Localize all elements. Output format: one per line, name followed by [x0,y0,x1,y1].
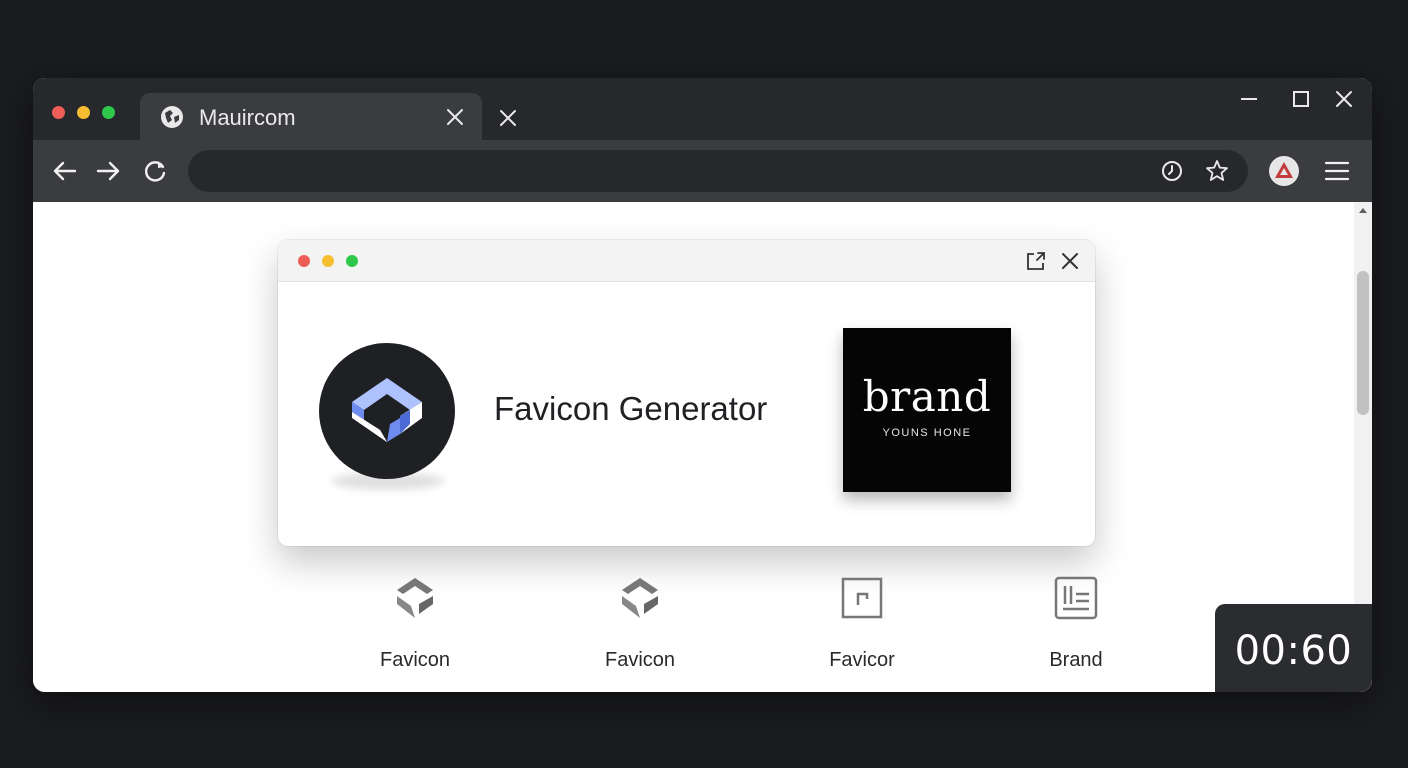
layout-favicon-icon [1054,576,1098,620]
favicon-label: Favicon [604,649,676,671]
cube-logo-icon [319,343,455,479]
favicon-option-1[interactable]: Favicon [335,566,495,676]
modal-header [278,240,1095,282]
brand-tagline: YOUNS HONE [882,427,972,439]
favicon-option-2[interactable]: Favicon [560,566,720,676]
brand-logo-tile: brand YOUNS HONE [843,328,1011,492]
bookmark-star-icon[interactable] [1204,158,1230,184]
close-icon[interactable] [442,104,468,130]
scrollbar-thumb[interactable] [1357,271,1369,415]
page-viewport: Favicon Generator brand YOUNS HONE Favic… [33,202,1372,692]
favicon-label: Brand [1049,649,1103,671]
maximize-icon[interactable] [1289,87,1313,111]
history-clock-icon[interactable] [1159,158,1185,184]
browser-toolbar [33,140,1372,202]
close-icon[interactable] [1058,249,1082,273]
close-icon[interactable] [1332,87,1356,111]
modal-close-dot[interactable] [298,255,310,267]
scroll-up-arrow-icon[interactable] [1359,208,1367,213]
window-close-dot[interactable] [52,106,65,119]
close-icon[interactable] [495,105,521,131]
tab-title: Mauircom [199,105,296,130]
reload-icon[interactable] [139,155,171,187]
window-minimize-dot[interactable] [77,106,90,119]
square-favicon-icon [841,577,883,619]
profile-avatar-icon[interactable] [1269,156,1299,186]
browser-window: Mauircom Favicon Generator brand YOUNS H… [33,78,1372,692]
back-arrow-icon[interactable] [49,155,81,187]
favicon-option-3[interactable]: Favicor [782,566,942,676]
globe-icon [161,106,183,128]
cube-favicon-icon [622,578,658,618]
open-external-icon[interactable] [1024,249,1048,273]
favicon-label: Favicor [829,649,895,671]
minimize-icon[interactable] [1237,87,1261,111]
tab-strip: Mauircom [33,78,1372,140]
window-maximize-dot[interactable] [102,106,115,119]
brand-wordmark: brand [862,372,992,421]
modal-title: Favicon Generator [494,390,768,427]
forward-arrow-icon[interactable] [92,155,124,187]
favicon-generator-modal: Favicon Generator brand YOUNS HONE [278,240,1095,546]
address-bar[interactable] [188,150,1248,192]
cube-favicon-icon [397,578,433,618]
tab-active[interactable]: Mauircom [140,93,482,140]
hamburger-menu-icon[interactable] [1323,157,1351,185]
favicon-option-4[interactable]: Brand [996,566,1156,676]
timer-overlay: 00:60 [1215,604,1372,692]
timer-value: 00:60 [1234,628,1353,674]
modal-maximize-dot[interactable] [346,255,358,267]
modal-minimize-dot[interactable] [322,255,334,267]
favicon-label: Favicon [379,649,451,671]
